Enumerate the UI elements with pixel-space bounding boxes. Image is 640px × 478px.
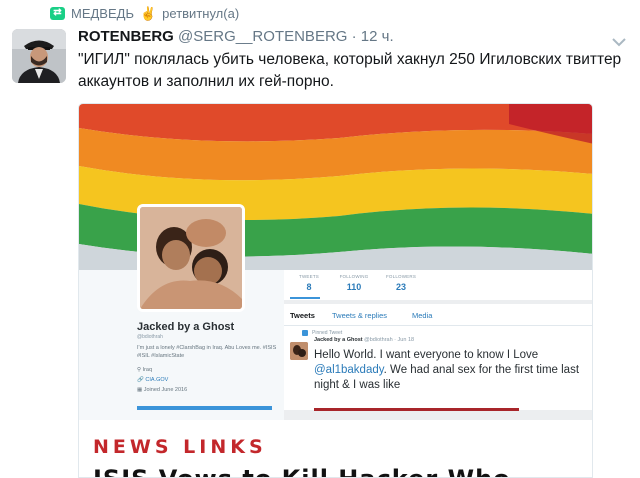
pinned-label: Pinned Tweet — [312, 330, 343, 336]
author-name[interactable]: ROTENBERG — [78, 28, 174, 45]
stat-value: 23 — [395, 282, 406, 292]
pinned-tweet-text: Hello World. I want everyone to know I L… — [314, 348, 589, 393]
pinned-tweet: Pinned Tweet Jacked by a Ghost @bdiothra… — [284, 326, 592, 411]
avatar-photo — [12, 29, 66, 83]
tab-tweets-replies: Tweets & replies — [332, 311, 388, 320]
retweet-action-label: ретвитнул(а) — [162, 5, 240, 21]
profile-stats: TWEETS 8 FOLLOWING 110 FOLLOWERS 23 — [284, 270, 592, 300]
profile-link-text: CIA.GOV — [145, 377, 169, 383]
stat-label: FOLLOWERS — [385, 274, 417, 279]
stat-tweets[interactable]: TWEETS 8 — [294, 274, 324, 292]
tab-media: Media — [412, 311, 433, 320]
pinned-tweet-meta: @bdiothrah · Jun 18 — [364, 337, 415, 343]
pinned-tweet-name: Jacked by a Ghost — [314, 337, 363, 343]
profile-handle: @bdiothrah — [137, 334, 163, 340]
pinned-text-start: Hello World. I want everyone to know I L… — [314, 349, 539, 361]
chevron-down-icon[interactable] — [612, 34, 626, 47]
stat-following[interactable]: FOLLOWING 110 — [329, 274, 379, 292]
profile-name: Jacked by a Ghost — [137, 321, 235, 333]
stat-label: TWEETS — [299, 274, 319, 279]
pinned-tweet-author: Jacked by a Ghost @bdiothrah · Jun 18 — [314, 337, 414, 343]
tab-tweets: Tweets — [290, 311, 315, 320]
news-links-title: NEWS LINKS — [93, 436, 267, 458]
header-separator: · — [351, 28, 357, 45]
pin-icon — [302, 330, 308, 336]
tweet-header: ROTENBERG @SERG__ROTENBERG · 12 ч. — [78, 28, 394, 45]
profile-tabs: Tweets Tweets & replies Media — [284, 304, 592, 326]
stat-value: 110 — [346, 282, 362, 292]
profile-location-text: Iraq — [142, 367, 153, 373]
stat-value: 8 — [306, 282, 312, 292]
profile-joined-text: Joined June 2016 — [143, 387, 188, 393]
profile-blue-bar — [137, 406, 272, 410]
pinned-tweet-avatar — [290, 342, 308, 360]
victory-hand-emoji: ✌ — [139, 5, 157, 21]
profile-photo — [137, 204, 245, 312]
tweet-media-image[interactable]: TWEETS 8 FOLLOWING 110 FOLLOWERS 23 Jack… — [78, 103, 593, 478]
retweeter-name[interactable]: МЕДВЕДЬ — [71, 6, 134, 21]
profile-photo-image — [140, 207, 242, 309]
active-stat-underline — [290, 297, 320, 299]
tweet-text: "ИГИЛ" поклялась убить человека, который… — [78, 51, 622, 90]
news-panel: NEWS LINKS ISIS Vows to Kill Hacker Who — [79, 420, 592, 477]
retweet-icon: ⇄ — [50, 6, 65, 20]
author-handle[interactable]: @SERG__ROTENBERG — [178, 28, 347, 45]
profile-location: ⚲ Iraq — [137, 367, 153, 373]
retweet-context: ⇄ МЕДВЕДЬ ✌ ретвитнул(а) — [50, 4, 239, 22]
profile-joined: ▦ Joined June 2016 — [137, 387, 188, 393]
tweet-timestamp[interactable]: 12 ч. — [361, 28, 394, 45]
profile-link: 🔗 CIA.GOV — [137, 377, 169, 383]
stat-followers[interactable]: FOLLOWERS 23 — [376, 274, 426, 292]
red-strip — [314, 408, 519, 411]
author-avatar[interactable] — [12, 29, 66, 83]
stat-label: FOLLOWING — [339, 274, 369, 279]
profile-bio: I'm just a lonely #ClarshBag in Iraq. Ab… — [137, 345, 277, 359]
pinned-mention: @al1bakdady — [314, 364, 384, 376]
news-headline: ISIS Vows to Kill Hacker Who — [93, 465, 511, 477]
